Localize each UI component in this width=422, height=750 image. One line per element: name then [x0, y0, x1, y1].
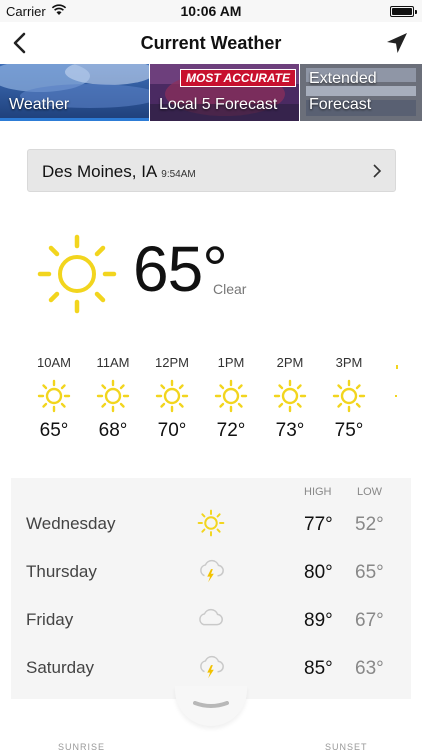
hourly-item: 12PM 70° — [150, 355, 194, 442]
hourly-next-item-peek — [392, 355, 400, 415]
hour-time: 10AM — [37, 355, 71, 370]
hour-time: 2PM — [276, 355, 304, 370]
nav-bar: Current Weather — [0, 22, 422, 64]
hourly-item: 10AM 65° — [32, 355, 76, 442]
tab-local-5-forecast[interactable]: MOST ACCURATE Local 5 Forecast — [150, 64, 299, 121]
day-high: 85° — [304, 658, 333, 679]
hourly-item: 1PM 72° — [209, 355, 253, 442]
day-name: Saturday — [26, 658, 95, 677]
tab-extended-forecast[interactable]: Extended Forecast — [300, 64, 422, 121]
daily-forecast: HIGH LOW Wednesday 77° 52° Thursday 80° … — [11, 478, 411, 699]
forecast-banner-text: MOST ACCURATE — [180, 69, 296, 87]
location-selector[interactable]: Des Moines, IA 9:54AM — [27, 149, 396, 192]
day-low: 63° — [355, 658, 384, 679]
sun-icon — [273, 379, 307, 413]
tab-local-5-forecast-label: Local 5 Forecast — [159, 96, 278, 113]
chevron-right-icon — [373, 164, 382, 178]
location-city: Des Moines, IA — [42, 162, 158, 181]
low-column-header: LOW — [357, 486, 383, 498]
hour-time: 11AM — [96, 355, 130, 370]
day-name: Friday — [26, 610, 74, 629]
day-low: 65° — [355, 562, 384, 583]
sun-icon — [155, 379, 189, 413]
sun-icon — [214, 379, 248, 413]
sunset-label: SUNSET — [325, 742, 368, 750]
sun-icon — [37, 379, 71, 413]
day-high: 77° — [304, 514, 333, 535]
high-column-header: HIGH — [304, 486, 332, 498]
cloud-icon — [199, 608, 223, 626]
hourly-item: 3PM 75° — [327, 355, 371, 442]
thunderstorm-icon — [200, 655, 224, 679]
current-condition: Clear — [213, 281, 247, 297]
location-updated-time: 9:54AM — [161, 169, 196, 180]
expand-handle[interactable] — [175, 686, 247, 726]
status-time: 10:06 AM — [180, 3, 242, 19]
sun-icon — [96, 379, 130, 413]
hour-temp: 70° — [157, 420, 187, 441]
daily-row[interactable]: Thursday 80° 65° — [11, 552, 411, 592]
daily-row[interactable]: Saturday 85° 63° — [11, 648, 411, 688]
battery-icon — [390, 6, 417, 17]
hour-temp: 73° — [275, 420, 305, 441]
active-tab-indicator — [0, 118, 149, 121]
hour-time: 3PM — [335, 355, 363, 370]
day-high: 80° — [304, 562, 333, 583]
tab-extended-forecast-label-line1: Extended — [309, 70, 377, 87]
day-high: 89° — [304, 610, 333, 631]
day-name: Thursday — [26, 562, 97, 581]
hour-time: 12PM — [155, 355, 189, 370]
sunrise-label: SUNRISE — [58, 742, 106, 750]
status-bar: Carrier 10:06 AM — [0, 0, 422, 22]
hourly-item: 2PM 73° — [268, 355, 312, 442]
tab-strip: Weather MOST ACCURATE Local 5 Forecast E… — [0, 64, 422, 121]
day-name: Wednesday — [26, 514, 116, 533]
hourly-forecast[interactable]: 10AM 65° 11AM 68° 12PM 70° 1PM 72° 2PM 7… — [0, 355, 422, 455]
tab-extended-forecast-label-line2: Forecast — [309, 96, 372, 113]
hour-temp: 75° — [334, 420, 364, 441]
day-low: 52° — [355, 514, 384, 535]
sun-icon — [37, 234, 117, 314]
tab-weather-label: Weather — [9, 96, 70, 113]
location-arrow-icon[interactable] — [384, 30, 410, 56]
daily-row[interactable]: Friday 89° 67° — [11, 600, 411, 640]
hour-temp: 72° — [216, 420, 246, 441]
daily-row[interactable]: Wednesday 77° 52° — [11, 504, 411, 544]
chevron-down-icon — [193, 701, 229, 708]
hour-temp: 68° — [98, 420, 128, 441]
hour-temp: 65° — [39, 420, 69, 441]
sun-icon — [332, 379, 366, 413]
location-city-wrap: Des Moines, IA 9:54AM — [42, 162, 196, 182]
page-title: Current Weather — [140, 33, 282, 53]
hour-time: 1PM — [217, 355, 245, 370]
day-low: 67° — [355, 610, 384, 631]
hourly-item: 11AM 68° — [91, 355, 135, 442]
sun-icon — [197, 509, 225, 537]
thunderstorm-icon — [200, 559, 224, 583]
tab-weather[interactable]: Weather — [0, 64, 149, 121]
